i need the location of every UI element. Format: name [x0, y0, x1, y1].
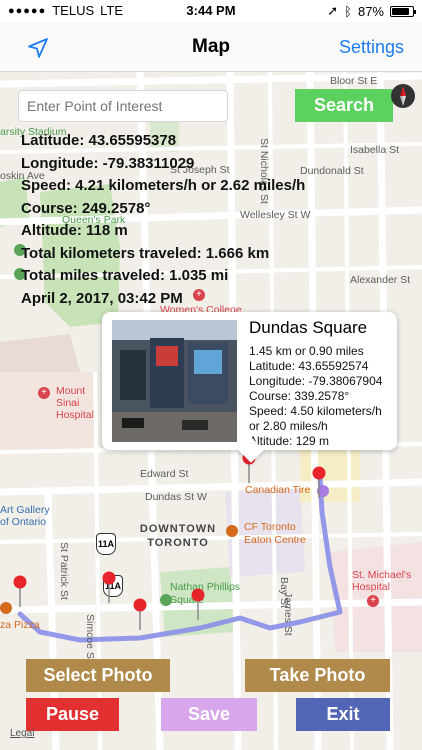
poi-art-gallery: Art Gallery of Ontario	[0, 504, 50, 528]
callout-title: Dundas Square	[249, 318, 368, 337]
restaurant-icon	[0, 602, 12, 614]
battery-icon	[390, 5, 416, 17]
total-km-readout: Total kilometers traveled: 1.666 km	[21, 244, 270, 262]
poi-photo-thumbnail[interactable]	[112, 320, 237, 442]
map-pin[interactable]	[190, 588, 206, 620]
telemetry-overlay: Latitude: 43.65595378 Longitude: -79.383…	[21, 130, 305, 310]
callout-altitude: Altitude: 129 m	[249, 434, 330, 448]
callout-course: Course: 339.2578°	[249, 389, 350, 403]
total-miles-readout: Total miles traveled: 1.035 mi	[21, 267, 229, 284]
map-pin[interactable]	[311, 466, 327, 498]
map-view[interactable]: Bloor St E oskin Ave St Nicholas St St J…	[0, 72, 422, 750]
latitude-readout: Latitude: 43.65595378	[21, 132, 177, 149]
highway-shield: 11A	[96, 533, 116, 555]
altitude-readout: Altitude: 118 m	[21, 222, 128, 239]
callout-distance: 1.45 km or 0.90 miles	[249, 344, 364, 358]
save-button[interactable]: Save	[161, 698, 257, 731]
select-photo-button[interactable]: Select Photo	[26, 659, 170, 692]
map-pin[interactable]	[12, 575, 28, 607]
callout-longitude: Longitude: -79.38067904	[249, 374, 383, 388]
search-button[interactable]: Search	[295, 89, 393, 122]
street-label-edward: Edward St	[140, 468, 189, 480]
street-label-dundas: Dundas St W	[145, 491, 207, 503]
street-label-james: James St	[282, 592, 294, 636]
point-of-interest-input[interactable]	[18, 90, 228, 122]
hospital-icon: +	[38, 387, 50, 399]
street-label-st-patrick: St Patrick St	[58, 542, 70, 600]
map-pin[interactable]	[132, 598, 148, 630]
street-label-bloor: Bloor St E	[330, 75, 378, 87]
hospital-icon: +	[367, 595, 379, 607]
location-services-icon: ➚	[327, 3, 339, 18]
datetime-readout: April 2, 2017, 03:42 PM	[21, 289, 183, 307]
poi-mount-sinai: Mount Sinai Hospital	[56, 385, 94, 421]
battery-percentage: 87%	[357, 3, 384, 19]
poi-canadian-tire: Canadian Tire	[245, 484, 311, 496]
map-pin[interactable]	[101, 571, 117, 603]
park-icon	[160, 594, 172, 606]
callout-details: 1.45 km or 0.90 miles Latitude: 43.65592…	[249, 344, 389, 449]
shopping-icon	[226, 525, 238, 537]
longitude-readout: Longitude: -79.38311029	[21, 154, 195, 172]
street-label-alexander: Alexander St	[350, 274, 411, 286]
poi-st-michaels: St. Michael's Hospital	[352, 569, 412, 593]
poi-callout[interactable]: Dundas Square 1.45 km or 0.90 miles Lati…	[102, 312, 397, 450]
navigation-bar: Map Settings	[0, 22, 422, 72]
street-label-simcoe: Simcoe St	[84, 614, 96, 662]
speed-readout: Speed: 4.21 kilometers/h or 2.62 miles/h	[21, 177, 306, 194]
area-label-downtown: DOWNTOWN TORONTO	[139, 523, 217, 549]
status-bar: ●●●●● TELUS LTE 3:44 PM ➚ ᛒ 87%	[0, 0, 422, 22]
poi-cf-toronto: CF Toronto Eaton Centre	[244, 521, 306, 546]
compass-icon[interactable]	[390, 82, 416, 116]
poi-nathan-phillips: Nathan Phillips Square	[170, 581, 241, 606]
course-readout: Course: 249.2578°	[21, 199, 151, 217]
settings-button[interactable]: Settings	[339, 37, 404, 58]
callout-speed: Speed: 4.50 kilometers/h or 2.80 miles/h	[249, 404, 382, 433]
pause-button[interactable]: Pause	[26, 698, 119, 731]
bluetooth-icon: ᛒ	[344, 3, 352, 19]
callout-latitude: Latitude: 43.65592574	[249, 359, 369, 373]
take-photo-button[interactable]: Take Photo	[245, 659, 390, 692]
street-label-isabella: Isabella St	[350, 144, 400, 156]
poi-pizza: za Pizza	[0, 619, 40, 631]
street-label-dundonald: Dundonald St	[300, 165, 364, 177]
legal-link[interactable]: Legal	[10, 728, 34, 739]
exit-button[interactable]: Exit	[296, 698, 390, 731]
